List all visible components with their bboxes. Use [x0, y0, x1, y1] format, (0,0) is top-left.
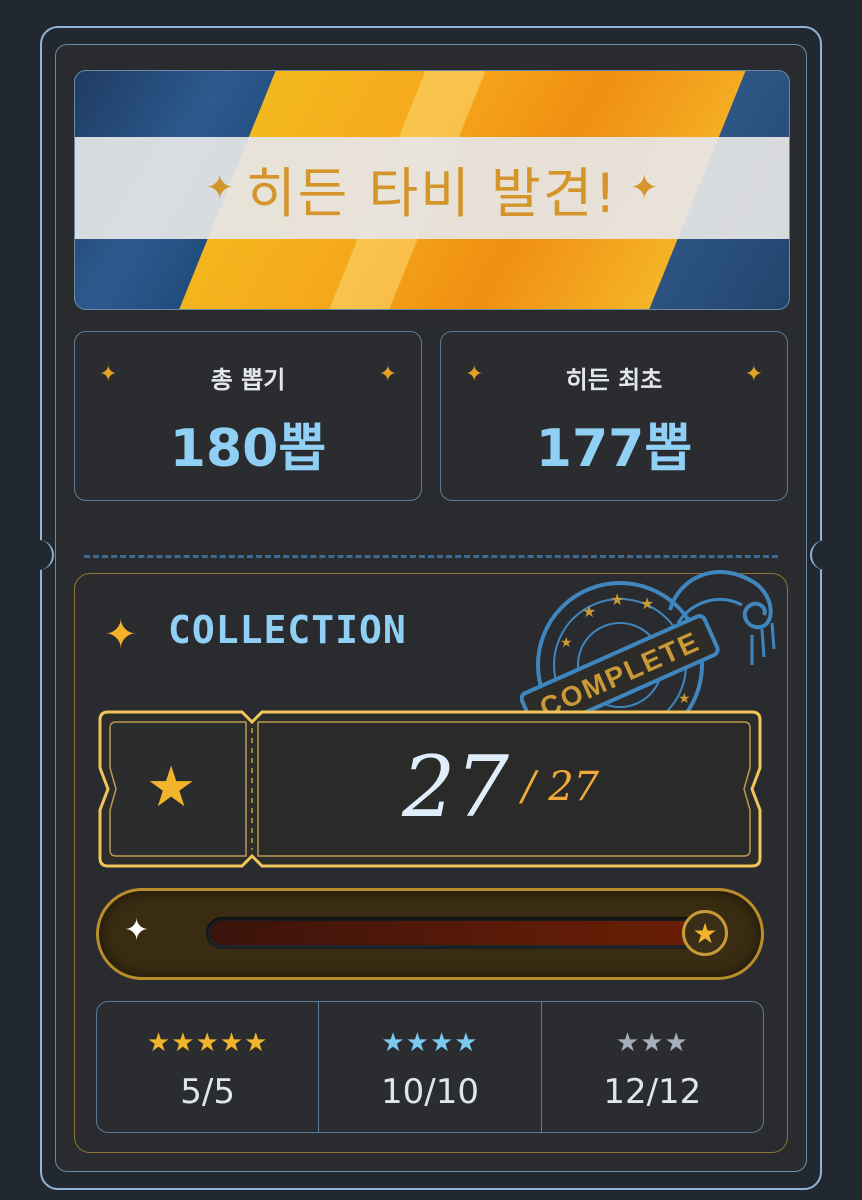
banner-ribbon: ✦ 히든 타비 발견! ✦: [75, 137, 789, 239]
collection-title: COLLECTION: [168, 608, 407, 652]
progress-fill: [210, 921, 696, 945]
tier-four-star: ★★★★ 10/10: [318, 1002, 540, 1132]
svg-text:★: ★: [640, 594, 654, 613]
star-icon: ★: [146, 755, 197, 820]
four-star-icons: ★★★★: [381, 1028, 479, 1058]
sparkle-icon: ✦: [104, 612, 138, 658]
rarity-breakdown: ★★★★★ 5/5 ★★★★ 10/10 ★★★ 12/12: [96, 1001, 764, 1133]
three-star-icons: ★★★: [615, 1028, 689, 1058]
four-star-count: 10/10: [381, 1072, 479, 1112]
total-count: / 27: [522, 764, 600, 810]
tier-five-star: ★★★★★ 5/5: [97, 1002, 318, 1132]
total-pulls-label: 총 뽑기: [210, 366, 286, 394]
svg-text:★: ★: [678, 691, 691, 707]
five-star-icons: ★★★★★: [146, 1028, 269, 1058]
first-hidden-value: 177뽑: [535, 419, 693, 479]
first-hidden-label: 히든 최초: [565, 366, 663, 394]
progress-star-knob: ★: [682, 910, 728, 956]
sparkle-icon: ✦: [124, 913, 150, 948]
three-star-count: 12/12: [603, 1072, 702, 1112]
collected-count: 27: [402, 738, 509, 836]
wave-spray: [750, 622, 776, 665]
hidden-found-banner: ✦ 히든 타비 발견! ✦: [74, 70, 790, 310]
total-pulls-box: ✦ ✦ 총 뽑기 180뽑: [74, 331, 422, 501]
tier-three-star: ★★★ 12/12: [540, 1002, 763, 1132]
svg-text:★: ★: [610, 590, 624, 609]
section-divider: [84, 555, 778, 558]
five-star-count: 5/5: [180, 1072, 236, 1112]
first-hidden-box: ✦ ✦ 히든 최초 177뽑: [440, 331, 788, 501]
svg-text:★: ★: [582, 602, 596, 621]
banner-title: 히든 타비 발견!: [245, 161, 619, 225]
svg-text:★: ★: [560, 635, 573, 651]
sparkle-icon: ✦: [205, 168, 234, 208]
sparkle-icon: ✦: [630, 168, 659, 208]
star-icon: ★: [692, 916, 718, 950]
total-pulls-value: 180뽑: [169, 419, 327, 479]
